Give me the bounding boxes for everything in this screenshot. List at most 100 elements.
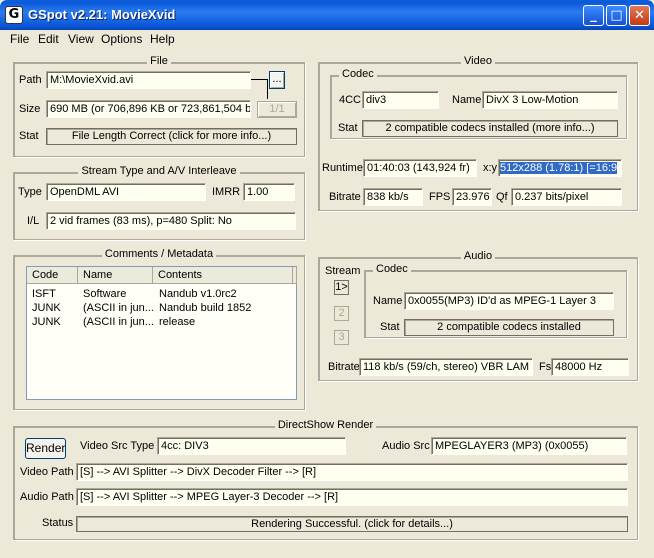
xy-label: x:y: [483, 162, 498, 174]
close-icon: ✕: [634, 8, 645, 23]
imrr-field[interactable]: 1.00: [243, 183, 295, 201]
list-item[interactable]: JUNK (ASCII in jun... release: [27, 315, 296, 329]
video-src-field[interactable]: 4cc: DIV3: [157, 437, 346, 455]
app-icon[interactable]: G: [5, 6, 23, 24]
cell-contents: Nandub v1.0rc2: [159, 288, 237, 300]
path-connector: [251, 79, 267, 80]
minimize-icon: _: [590, 8, 597, 23]
xy-field[interactable]: 512x288 (1.78:1) [=16:9: [498, 159, 622, 177]
menu-bar: File Edit View Options Help: [0, 30, 654, 49]
comments-title: Comments / Metadata: [101, 248, 217, 260]
fourcc-field[interactable]: div3: [362, 91, 439, 109]
fs-field[interactable]: 48000 Hz: [551, 358, 629, 376]
menu-view[interactable]: View: [68, 32, 94, 46]
imrr-label: IMRR: [212, 186, 241, 198]
fps-field[interactable]: 23.976: [452, 188, 492, 206]
video-name-label: Name: [452, 94, 482, 106]
video-name-field[interactable]: DivX 3 Low-Motion: [482, 91, 618, 109]
audio-codec-title: Codec: [373, 263, 411, 275]
audio-group: Audio Stream 1> 2 3 Codec Name 0x0055(MP…: [318, 250, 638, 381]
directshow-group: DirectShow Render Render Video Src Type …: [13, 419, 638, 540]
audio-src-label: Audio Src: [382, 440, 430, 452]
type-label: Type: [18, 186, 42, 198]
audio-bitrate-label: Bitrate: [328, 361, 360, 373]
qf-field[interactable]: 0.237 bits/pixel: [511, 188, 622, 206]
cell-code: ISFT: [32, 288, 56, 300]
cell-contents: release: [159, 316, 196, 328]
file-group: File Path M:\MovieXvid.avi ... Size 690 …: [13, 55, 305, 157]
audio-name-field[interactable]: 0x0055(MP3) ID'd as MPEG-1 Layer 3: [404, 292, 614, 310]
comments-group: Comments / Metadata Code Name Contents I…: [13, 248, 305, 410]
file-stat-label: Stat: [19, 130, 39, 142]
runtime-label: Runtime: [322, 162, 363, 174]
video-codec-title: Codec: [339, 68, 377, 80]
column-header-code[interactable]: Code: [27, 267, 78, 284]
type-field[interactable]: OpenDML AVI: [46, 183, 206, 201]
audio-stream-3-button[interactable]: 3: [334, 330, 349, 345]
directshow-title: DirectShow Render: [274, 419, 377, 431]
file-stat-button[interactable]: File Length Correct (click for more info…: [46, 128, 297, 145]
video-bitrate-label: Bitrate: [329, 191, 361, 203]
xy-selected-text: 512x288 (1.78:1) [=16:9: [500, 162, 618, 174]
cell-code: JUNK: [32, 316, 61, 328]
close-button[interactable]: ✕: [629, 5, 650, 26]
video-stat-label: Stat: [338, 122, 358, 134]
menu-edit[interactable]: Edit: [38, 32, 59, 46]
column-header-contents[interactable]: Contents: [153, 267, 293, 284]
audio-stat-label: Stat: [380, 321, 400, 333]
fps-label: FPS: [429, 191, 451, 203]
size-field[interactable]: 690 MB (or 706,896 KB or 723,861,504 by: [46, 100, 251, 118]
file-group-title: File: [147, 55, 171, 67]
video-bitrate-field[interactable]: 838 kb/s: [363, 188, 423, 206]
video-path-field[interactable]: [S] --> AVI Splitter --> DivX Decoder Fi…: [76, 463, 628, 481]
maximize-button[interactable]: □: [606, 5, 627, 26]
minimize-button[interactable]: _: [583, 5, 604, 26]
il-field[interactable]: 2 vid frames (83 ms), p=480 Split: No: [46, 212, 296, 230]
audio-bitrate-field[interactable]: 118 kb/s (59/ch, stereo) VBR LAM: [359, 358, 533, 376]
path-label: Path: [19, 74, 42, 86]
size-label: Size: [19, 103, 41, 115]
render-button[interactable]: Render: [25, 438, 66, 459]
fs-label: Fs: [539, 361, 552, 373]
video-codec-group: Codec 4CC div3 Name DivX 3 Low-Motion St…: [330, 68, 627, 139]
audio-stream-1-button[interactable]: 1>: [334, 280, 349, 295]
column-header-name[interactable]: Name: [78, 267, 153, 284]
status-button[interactable]: Rendering Successful. (click for details…: [76, 516, 628, 532]
window-title: GSpot v2.21: MovieXvid: [28, 7, 176, 22]
menu-options[interactable]: Options: [101, 32, 142, 46]
il-label: I/L: [27, 215, 40, 227]
status-label: Status: [42, 517, 74, 529]
audio-name-label: Name: [373, 295, 403, 307]
cell-contents: Nandub build 1852: [159, 302, 252, 314]
audio-src-field[interactable]: MPEGLAYER3 (MP3) (0x0055): [431, 437, 627, 455]
browse-button[interactable]: ...: [269, 71, 285, 89]
stream-type-title: Stream Type and A/V Interleave: [78, 165, 240, 177]
title-bar[interactable]: G GSpot v2.21: MovieXvid _ □ ✕: [0, 0, 654, 30]
path-field[interactable]: M:\MovieXvid.avi: [46, 71, 251, 89]
video-path-label: Video Path: [20, 466, 74, 478]
video-stat-button[interactable]: 2 compatible codecs installed (more info…: [362, 120, 618, 137]
list-item[interactable]: JUNK (ASCII in jun... Nandub build 1852: [27, 301, 296, 315]
part-indicator: 1/1: [257, 101, 297, 118]
cell-name: (ASCII in jun...: [83, 302, 154, 314]
cell-name: Software: [83, 288, 127, 300]
cell-code: JUNK: [32, 302, 61, 314]
metadata-list[interactable]: Code Name Contents ISFT Software Nandub …: [26, 266, 297, 400]
audio-path-label: Audio Path: [20, 491, 74, 503]
runtime-field[interactable]: 01:40:03 (143,924 fr): [363, 159, 477, 177]
audio-path-field[interactable]: [S] --> AVI Splitter --> MPEG Layer-3 De…: [76, 488, 628, 506]
audio-group-title: Audio: [460, 250, 496, 262]
cell-name: (ASCII in jun...: [83, 316, 154, 328]
video-group: Video Codec 4CC div3 Name DivX 3 Low-Mot…: [318, 55, 638, 211]
video-src-label: Video Src Type: [80, 440, 155, 452]
menu-help[interactable]: Help: [150, 32, 175, 46]
video-group-title: Video: [461, 55, 495, 67]
menu-file[interactable]: File: [10, 32, 29, 46]
audio-codec-group: Codec Name 0x0055(MP3) ID'd as MPEG-1 La…: [364, 263, 627, 338]
audio-stream-label: Stream: [325, 265, 361, 277]
path-connector-vertical: [267, 79, 268, 99]
qf-label: Qf: [496, 191, 508, 203]
audio-stream-2-button[interactable]: 2: [334, 306, 349, 321]
audio-stat-button[interactable]: 2 compatible codecs installed: [404, 319, 614, 336]
list-item[interactable]: ISFT Software Nandub v1.0rc2: [27, 287, 296, 301]
